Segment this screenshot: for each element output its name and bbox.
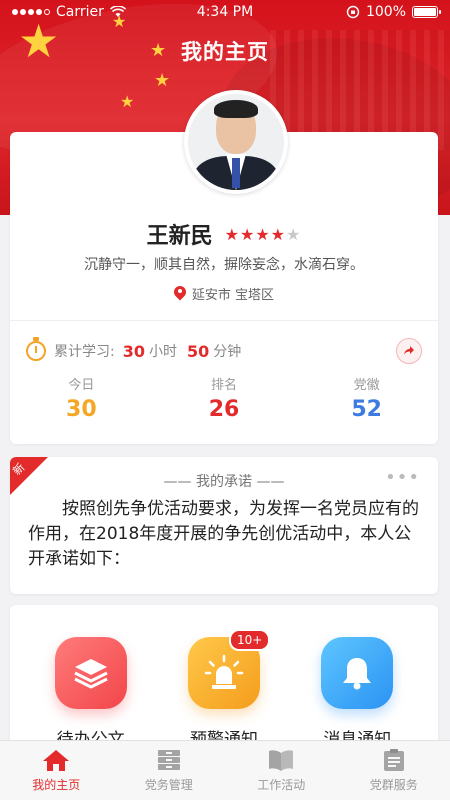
stat-value: 52	[351, 397, 382, 422]
tab-bar: 我的主页 党务管理 工作活动 党群服务	[0, 740, 450, 800]
tab-home[interactable]: 我的主页	[0, 741, 113, 800]
tab-label: 党务管理	[144, 778, 193, 792]
stat-badge[interactable]: 党徽 52	[295, 374, 438, 422]
star-filled-icon: ★	[270, 224, 287, 244]
cabinet-icon	[157, 750, 180, 770]
share-button[interactable]	[396, 338, 422, 364]
divider	[10, 320, 438, 321]
service-warning-notice[interactable]: 10+ 预警通知	[169, 629, 279, 750]
home-icon	[43, 750, 70, 771]
share-arrow-icon	[404, 346, 414, 355]
avatar[interactable]	[184, 90, 288, 194]
location-pin-icon	[174, 286, 186, 302]
tab-label: 工作活动	[257, 778, 306, 792]
carrier-label: Carrier	[56, 4, 104, 20]
location-text: 延安市 宝塔区	[191, 288, 275, 303]
notification-badge: 10+	[228, 629, 271, 651]
battery-icon	[412, 6, 441, 18]
more-button[interactable]: •••	[385, 467, 420, 488]
stat-label: 党徽	[353, 378, 380, 393]
wifi-icon	[109, 6, 126, 17]
flag-star-icon: ★	[154, 70, 171, 91]
user-name: 王新民	[146, 224, 213, 249]
service-pending-docs[interactable]: 待办公文	[36, 637, 146, 750]
tab-work-activities[interactable]: 工作活动	[225, 741, 338, 800]
star-filled-icon: ★	[255, 224, 271, 244]
bell-icon	[321, 637, 394, 709]
tab-mass-services[interactable]: 党群服务	[338, 741, 450, 800]
clipboard-icon	[383, 749, 404, 771]
study-label: 累计学习:	[54, 344, 115, 360]
study-summary: 累计学习: 30 小时 50 分钟	[26, 337, 422, 364]
study-hours: 30	[122, 341, 145, 361]
signal-icon	[12, 9, 50, 15]
stat-label: 今日	[68, 378, 95, 393]
stat-ranking[interactable]: 排名 26	[153, 374, 296, 422]
star-filled-icon: ★	[239, 224, 256, 244]
promise-card[interactable]: 新 —— 我的承诺 —— ••• 按照创先争优活动要求，为发挥一名党员应有的作用…	[10, 457, 438, 594]
user-location: 延安市 宝塔区	[10, 284, 438, 303]
tab-party-affairs[interactable]: 党务管理	[113, 741, 226, 800]
star-empty-icon: ★	[286, 224, 302, 244]
star-filled-icon: ★	[224, 224, 240, 244]
tab-label: 我的主页	[32, 778, 81, 792]
stopwatch-icon	[26, 337, 46, 361]
stat-label: 排名	[211, 378, 238, 393]
study-minutes-unit: 分钟	[213, 344, 242, 360]
stats-row: 今日 30 排名 26 党徽 52	[10, 374, 438, 422]
rotation-lock-icon	[346, 5, 360, 19]
stat-today[interactable]: 今日 30	[10, 374, 153, 422]
page-title: 我的主页	[181, 40, 269, 64]
user-motto: 沉静守一，顺其自然，摒除妄念，水滴石穿。	[84, 257, 364, 273]
promise-text: 按照创先争优活动要求，为发挥一名党员应有的作用，在2018年度开展的争先创优活动…	[28, 499, 419, 569]
stat-value: 26	[208, 397, 240, 422]
stat-value: 30	[66, 397, 97, 422]
stack-layers-icon	[54, 637, 127, 709]
tab-label: 党群服务	[369, 778, 418, 792]
study-hours-unit: 小时	[148, 344, 177, 360]
book-icon	[269, 750, 294, 771]
status-bar: Carrier 4:34 PM 100%	[0, 0, 450, 24]
flag-star-icon: ★	[120, 92, 135, 111]
rating-stars: ★★★★★	[225, 225, 302, 244]
study-minutes: 50	[186, 341, 210, 361]
service-messages[interactable]: 消息通知	[302, 637, 412, 750]
profile-card: 王新民 ★★★★★ 沉静守一，顺其自然，摒除妄念，水滴石穿。 延安市 宝塔区 累…	[10, 90, 438, 444]
promise-title: —— 我的承诺 ——	[163, 474, 285, 490]
battery-percent: 100%	[365, 4, 406, 20]
